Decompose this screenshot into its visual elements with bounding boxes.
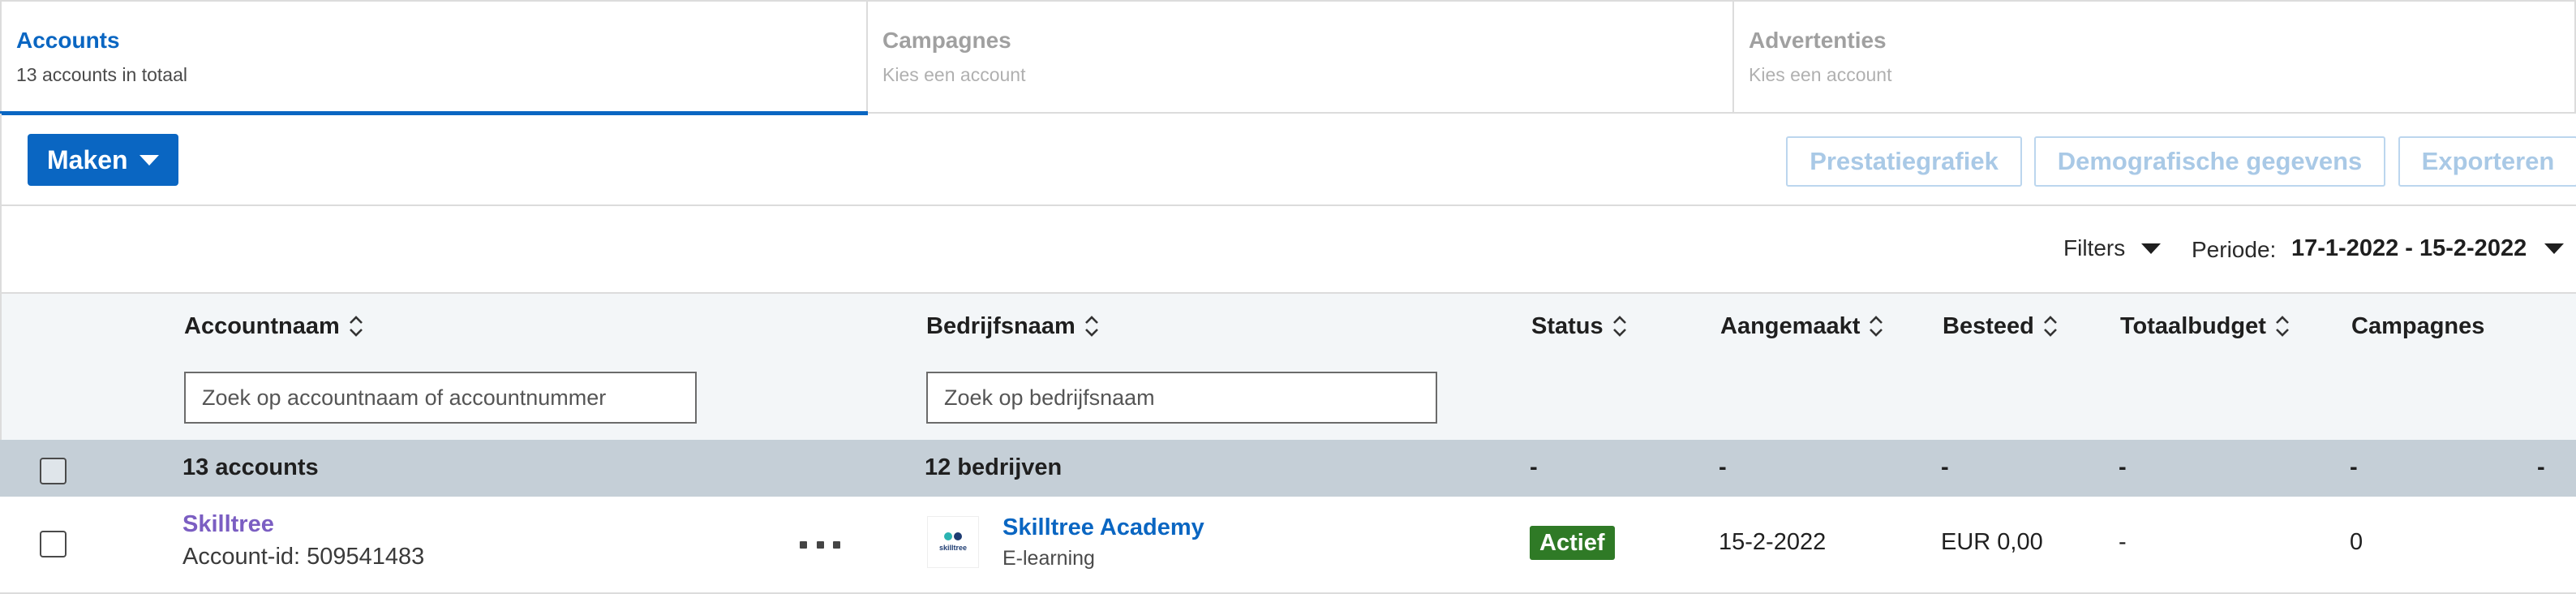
sort-icon (1084, 313, 1100, 339)
column-header-company-name[interactable]: Bedrijfsnaam (926, 310, 1100, 342)
tab-ads[interactable]: Advertenties Kies een account (1734, 2, 2574, 112)
summary-companies: 12 bedrijven (925, 454, 1063, 480)
account-id: Account-id: 509541483 (182, 544, 425, 570)
tab-accounts-subtitle: 13 accounts in totaal (16, 64, 187, 85)
summary-status: - (1530, 454, 1538, 480)
column-header-label: Campagnes (2351, 312, 2485, 339)
select-all-checkbox[interactable] (40, 458, 67, 484)
column-header-created[interactable]: Aangemaakt (1720, 310, 1884, 342)
caret-down-icon (139, 154, 159, 166)
tab-ads-subtitle: Kies een account (1749, 64, 1892, 85)
column-header-spent[interactable]: Besteed (1943, 310, 2059, 342)
period-dropdown[interactable]: 17-1-2022 - 15-2-2022 (2291, 235, 2565, 262)
table-header: Accountnaam Bedrijfsnaam Status Aangemaa… (0, 292, 2576, 440)
tab-campaigns[interactable]: Campagnes Kies een account (868, 2, 1734, 112)
tab-bar: Accounts 13 accounts in totaal Campagnes… (0, 0, 2576, 115)
filters-label: Filters (2063, 235, 2126, 260)
summary-created: - (1719, 454, 1727, 480)
account-search-input[interactable] (184, 372, 697, 424)
column-header-status[interactable]: Status (1531, 310, 1628, 342)
make-button-label: Maken (47, 144, 128, 174)
sort-icon (348, 313, 364, 339)
company-name-link[interactable]: Skilltree Academy (1002, 514, 1204, 541)
column-header-campaigns: Campagnes (2351, 310, 2484, 342)
sort-icon (1868, 313, 1884, 339)
caret-down-icon (2141, 243, 2162, 254)
company-search-input[interactable] (926, 372, 1437, 424)
summary-spent: - (1941, 454, 1949, 480)
summary-extra: - (2537, 454, 2545, 480)
summary-total-budget: - (2119, 454, 2127, 480)
total-budget: - (2119, 529, 2127, 555)
make-button[interactable]: Maken (28, 134, 178, 186)
account-name-link[interactable]: Skilltree (182, 511, 274, 538)
column-header-label: Totaalbudget (2120, 312, 2266, 339)
column-header-label: Accountnaam (184, 312, 340, 339)
sort-icon (2042, 313, 2059, 339)
summary-campaigns: - (2350, 454, 2358, 480)
company-logo: skilltree (927, 516, 979, 568)
summary-accounts: 13 accounts (182, 454, 319, 480)
period-value: 17-1-2022 - 15-2-2022 (2291, 235, 2527, 261)
campaign-count: 0 (2350, 529, 2363, 555)
toolbar: Maken Prestatiegrafiek Demografische geg… (0, 114, 2576, 206)
performance-chart-button[interactable]: Prestatiegrafiek (1786, 136, 2022, 187)
demographics-button[interactable]: Demografische gegevens (2034, 136, 2385, 187)
row-checkbox[interactable] (40, 531, 67, 557)
caret-down-icon (2544, 243, 2565, 254)
sort-icon (2274, 313, 2290, 339)
created-date: 15-2-2022 (1719, 529, 1827, 555)
column-header-label: Aangemaakt (1720, 312, 1861, 339)
column-header-total-budget[interactable]: Totaalbudget (2120, 310, 2290, 342)
sort-icon (1612, 313, 1628, 339)
column-header-label: Status (1531, 312, 1604, 339)
filters-dropdown[interactable]: Filters (2063, 235, 2162, 261)
period-label: Periode: (2192, 237, 2277, 262)
tab-campaigns-title: Campagnes (882, 28, 1011, 53)
column-header-label: Besteed (1943, 312, 2034, 339)
tab-ads-title: Advertenties (1749, 28, 1887, 53)
spent-amount: EUR 0,00 (1941, 529, 2043, 555)
company-logo-text: skilltree (938, 544, 968, 552)
filter-bar: Filters Periode: 17-1-2022 - 15-2-2022 (0, 206, 2576, 292)
status-badge: Actief (1530, 526, 1615, 560)
tab-accounts[interactable]: Accounts 13 accounts in totaal (0, 2, 868, 115)
tab-accounts-title: Accounts (16, 28, 120, 53)
table-row: Skilltree Account-id: 509541483 skilltre… (0, 497, 2576, 594)
company-industry: E-learning (1002, 547, 1095, 570)
tab-campaigns-subtitle: Kies een account (882, 64, 1026, 85)
summary-row: 13 accounts 12 bedrijven - - - - - - (0, 440, 2576, 497)
column-header-label: Bedrijfsnaam (926, 312, 1075, 339)
column-header-account-name[interactable]: Accountnaam (184, 310, 364, 342)
more-options-icon[interactable] (800, 532, 840, 557)
export-button[interactable]: Exporteren (2398, 136, 2576, 187)
